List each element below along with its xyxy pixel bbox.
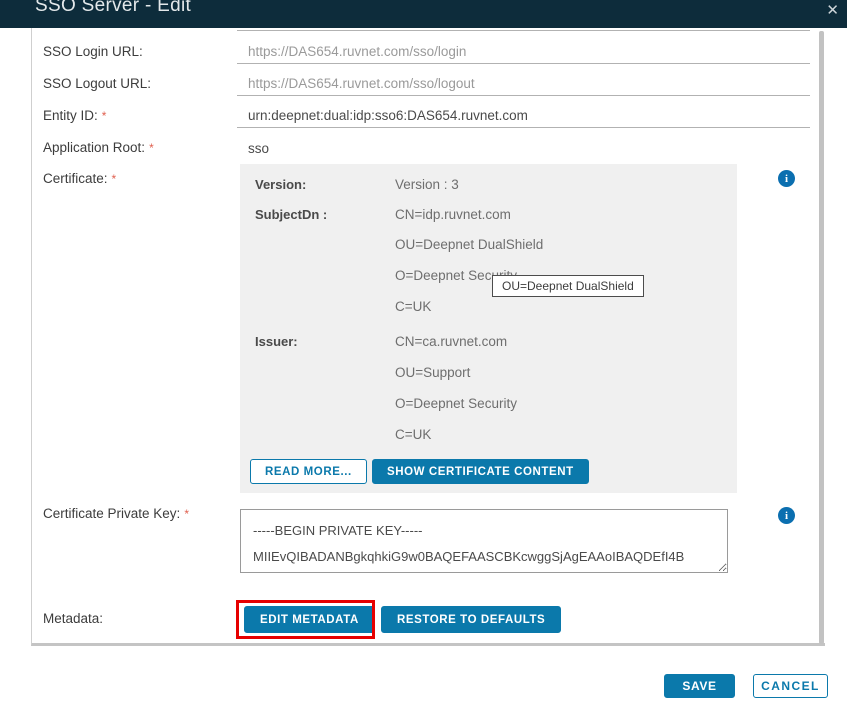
cert-issuer-o: O=Deepnet Security (395, 396, 517, 411)
sso-login-url-input[interactable]: https://DAS654.ruvnet.com/sso/login (248, 44, 466, 59)
sso-logout-url-underline (237, 95, 810, 96)
cert-issuer-key: Issuer: (255, 334, 298, 349)
application-root-label: Application Root:* (43, 140, 154, 155)
cert-subject-ou: OU=Deepnet DualShield (395, 237, 543, 252)
sso-login-url-underline (237, 63, 810, 64)
certificate-private-key-textarea[interactable]: -----BEGIN PRIVATE KEY----- MIIEvQIBADAN… (240, 509, 728, 573)
cert-subject-cn: CN=idp.ruvnet.com (395, 207, 511, 222)
certificate-info-icon[interactable]: i (778, 170, 795, 187)
cert-issuer-c: C=UK (395, 427, 431, 442)
cert-issuer-ou: OU=Support (395, 365, 470, 380)
cert-subject-c: C=UK (395, 299, 431, 314)
save-button[interactable]: SAVE (664, 674, 735, 698)
cancel-button[interactable]: CANCEL (753, 674, 828, 698)
sso-logout-url-label: SSO Logout URL: (43, 76, 151, 91)
cert-issuer-cn: CN=ca.ruvnet.com (395, 334, 507, 349)
sso-server-edit-dialog: SSO Server - Edit ✕ SSO Login URL: https… (0, 0, 847, 712)
metadata-label: Metadata: (43, 611, 103, 626)
cert-subjectdn-key: SubjectDn : (255, 207, 327, 222)
cert-version-value: Version : 3 (395, 177, 459, 192)
certificate-private-key-label: Certificate Private Key:* (43, 506, 189, 521)
ou-tooltip: OU=Deepnet DualShield (492, 275, 644, 297)
certificate-label: Certificate:* (43, 171, 116, 186)
red-highlight-box (236, 600, 375, 639)
dialog-header: SSO Server - Edit ✕ (0, 0, 847, 28)
private-key-info-icon[interactable]: i (778, 507, 795, 524)
cutoff-field-underline (237, 30, 810, 31)
cert-version-key: Version: (255, 177, 306, 192)
read-more-button[interactable]: READ MORE... (250, 459, 367, 484)
application-root-input[interactable]: sso (248, 141, 269, 156)
vertical-scrollbar[interactable] (819, 31, 824, 644)
sso-logout-url-input[interactable]: https://DAS654.ruvnet.com/sso/logout (248, 76, 475, 91)
entity-id-label: Entity ID:* (43, 108, 106, 123)
close-icon[interactable]: ✕ (826, 0, 839, 22)
dialog-title: SSO Server - Edit (35, 0, 191, 17)
show-certificate-content-button[interactable]: SHOW CERTIFICATE CONTENT (372, 459, 589, 484)
entity-id-input[interactable]: urn:deepnet:dual:idp:sso6:DAS654.ruvnet.… (248, 108, 528, 123)
restore-to-defaults-button[interactable]: RESTORE TO DEFAULTS (381, 606, 561, 633)
sso-login-url-label: SSO Login URL: (43, 44, 143, 59)
entity-id-underline (237, 127, 810, 128)
